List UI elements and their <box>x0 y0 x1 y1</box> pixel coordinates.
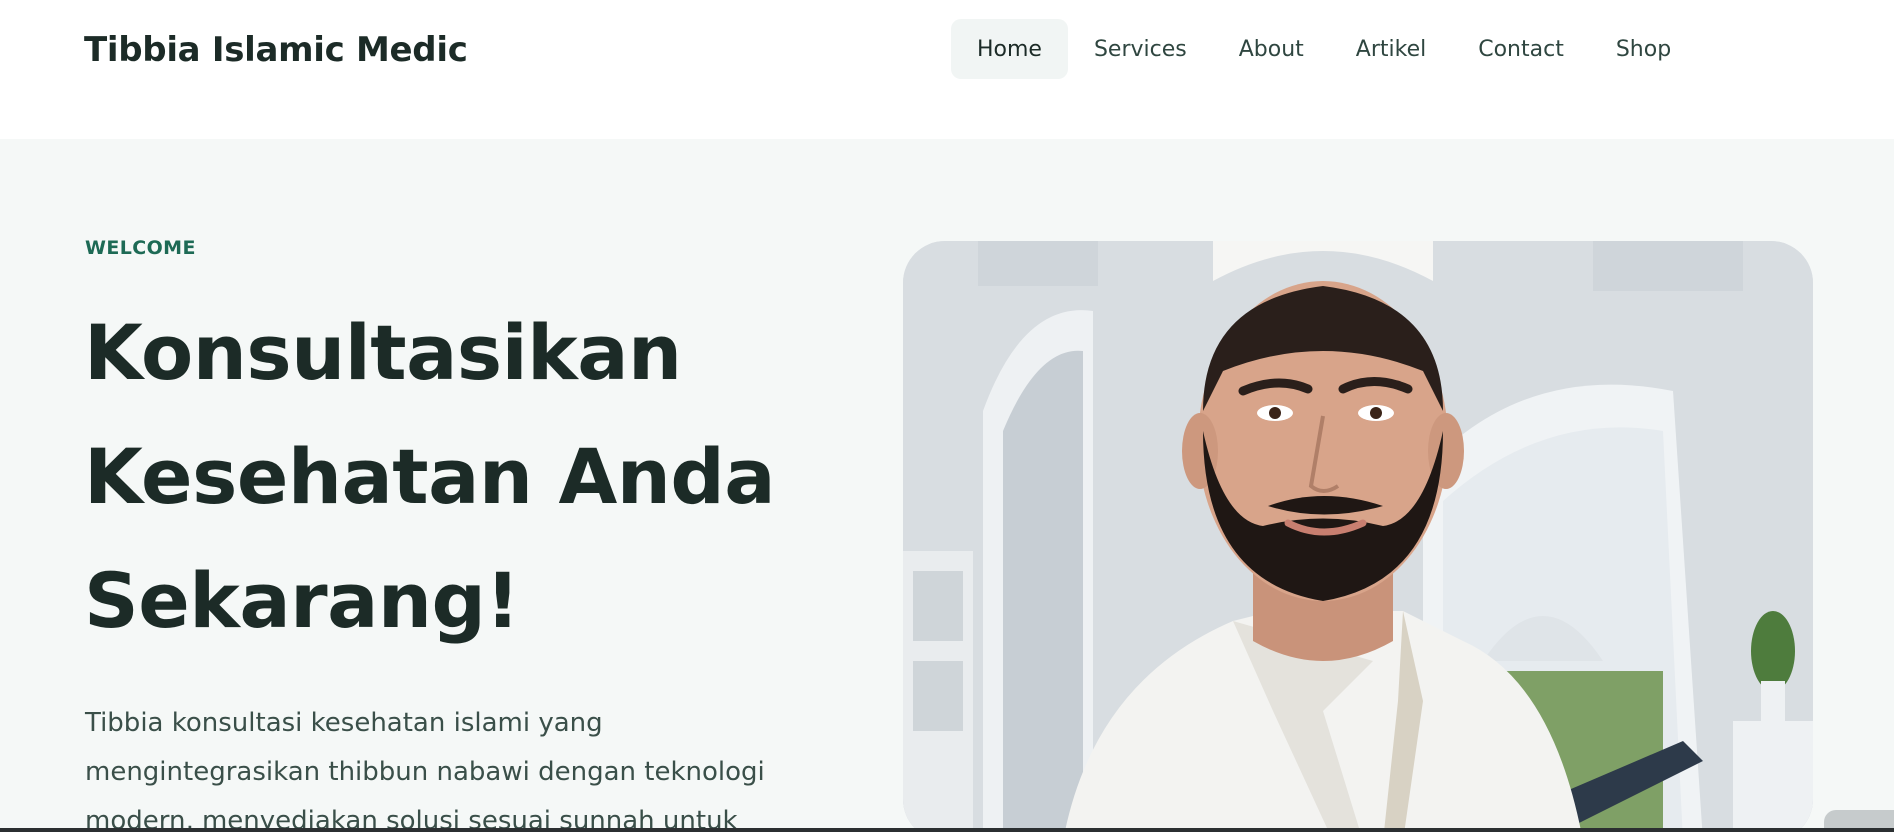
hero-headline: Konsultasikan Kesehatan Anda Sekarang! <box>84 291 844 663</box>
nav-item-services[interactable]: Services <box>1068 19 1213 79</box>
page: Tibbia Islamic Medic Home Services About… <box>0 0 1894 832</box>
brand-logo-text[interactable]: Tibbia Islamic Medic <box>84 30 468 70</box>
nav-item-contact[interactable]: Contact <box>1452 19 1590 79</box>
nav-item-artikel[interactable]: Artikel <box>1330 19 1452 79</box>
headline-line-2: Kesehatan Anda <box>84 432 776 521</box>
nav-item-shop[interactable]: Shop <box>1590 19 1697 79</box>
headline-line-1: Konsultasikan <box>84 308 682 397</box>
hero-section: WELCOME Konsultasikan Kesehatan Anda Sek… <box>0 139 1894 832</box>
hero-eyebrow: WELCOME <box>85 237 196 259</box>
headline-line-3: Sekarang! <box>84 556 520 645</box>
nav-item-about[interactable]: About <box>1213 19 1330 79</box>
doctor-portrait-photo <box>903 241 1813 832</box>
nav-item-home[interactable]: Home <box>951 19 1068 79</box>
site-header: Tibbia Islamic Medic Home Services About… <box>0 0 1894 139</box>
doctor-portrait-image <box>903 241 1813 832</box>
main-nav: Home Services About Artikel Contact Shop <box>951 19 1697 79</box>
window-bottom-border <box>0 828 1894 832</box>
hero-lead-text: Tibbia konsultasi kesehatan islami yang … <box>85 708 765 832</box>
